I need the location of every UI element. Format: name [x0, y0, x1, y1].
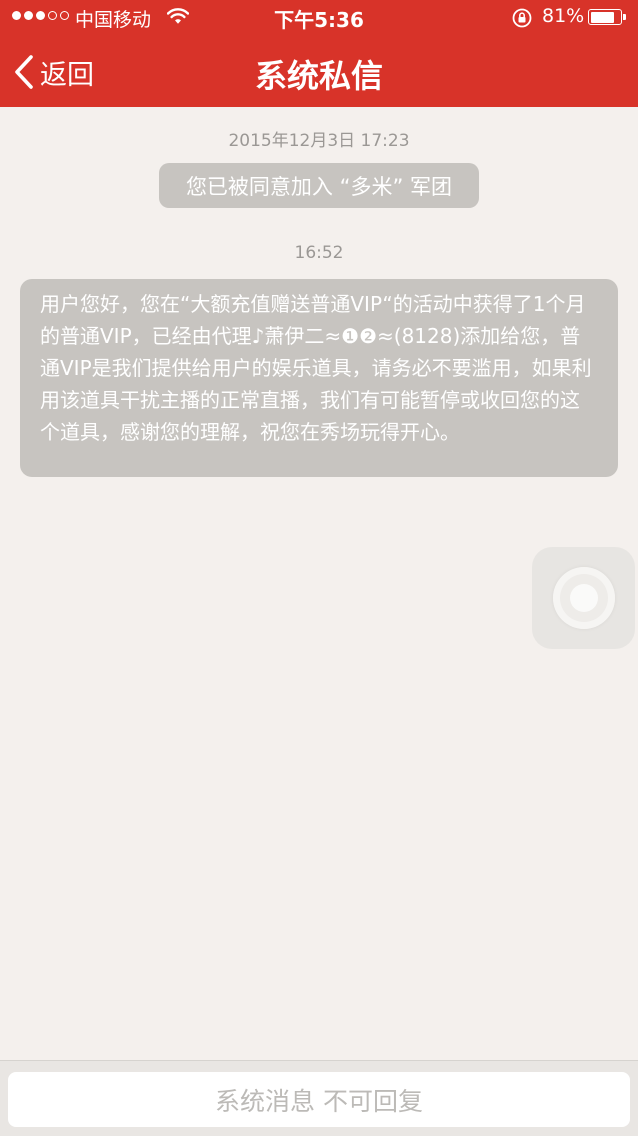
rotation-lock-icon: [512, 8, 532, 28]
page-title: 系统私信: [254, 57, 383, 95]
battery-percent: 81%: [542, 5, 585, 27]
system-notice-chip: 您已被同意加入 “多米” 军团: [159, 163, 479, 208]
message-bubble: 用户您好，您在“大额充值赠送普通VIP“的活动中获得了1个月的普通VIP，已经由…: [20, 279, 618, 477]
message-timestamp: 2015年12月3日 17:23: [228, 131, 410, 151]
footer-bar: 系统消息 不可回复: [0, 1060, 638, 1136]
message-timestamp: 16:52: [294, 243, 344, 263]
status-bar: 中国移动 下午5:36 81%: [0, 0, 638, 36]
reply-disabled-field: 系统消息 不可回复: [8, 1072, 630, 1127]
assistive-touch-icon[interactable]: [532, 547, 635, 649]
battery-icon: [588, 9, 626, 25]
header: 中国移动 下午5:36 81% 返回 系统私信: [0, 0, 638, 107]
nav-bar: 返回 系统私信: [0, 36, 638, 107]
